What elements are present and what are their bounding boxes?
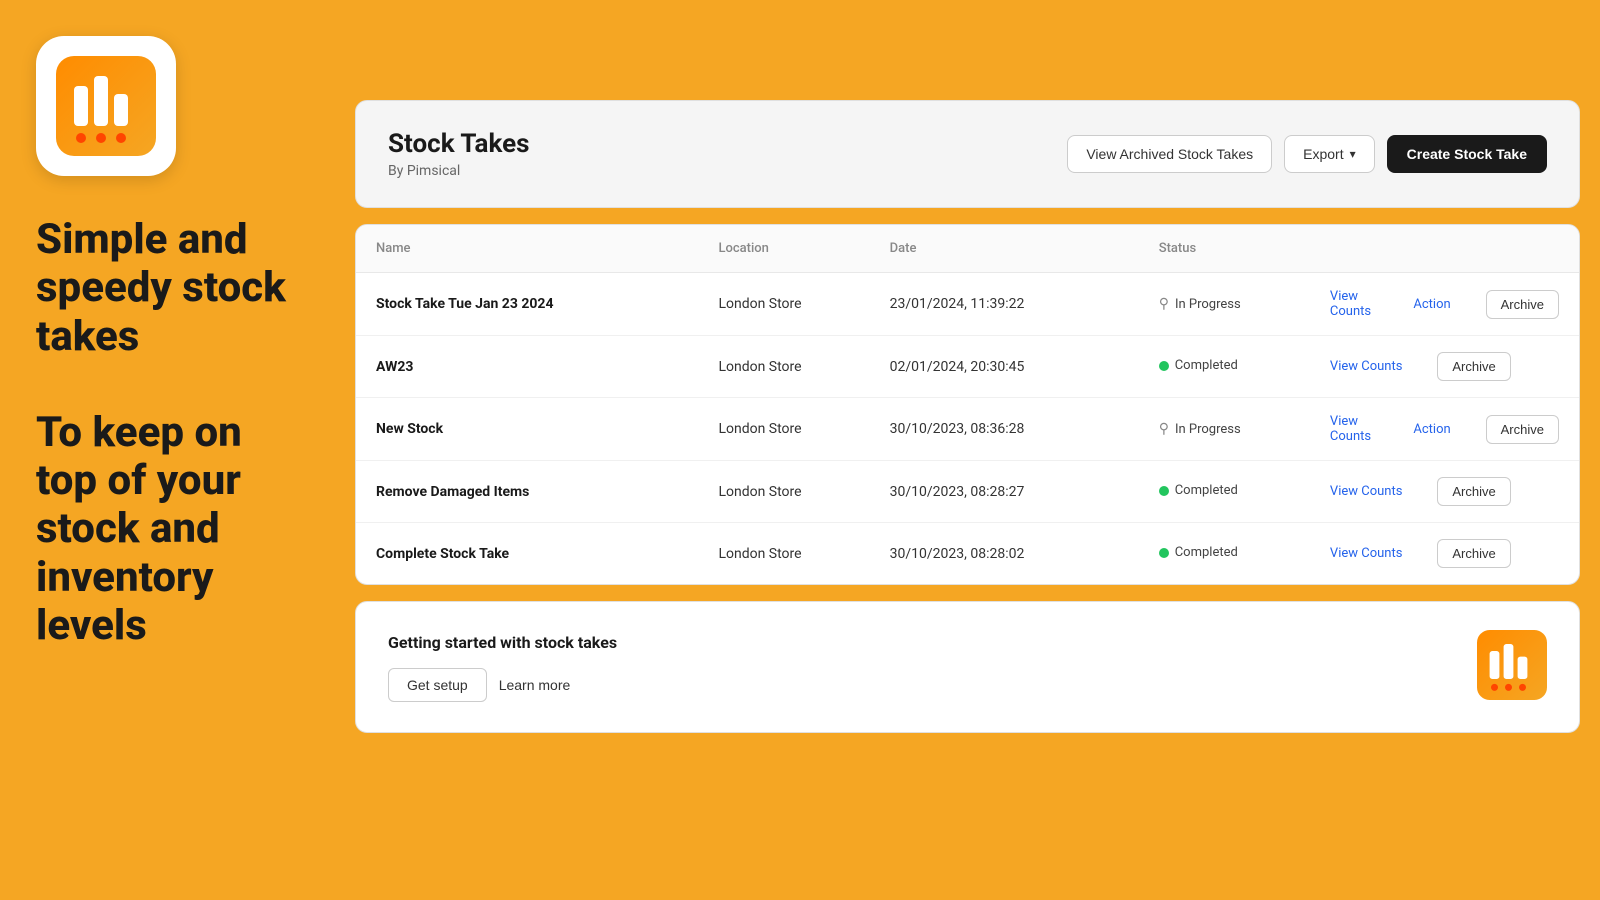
view-counts-link[interactable]: View Counts — [1330, 414, 1379, 444]
action-link[interactable]: Action — [1413, 297, 1450, 312]
status-badge: ⚲ In Progress — [1159, 421, 1241, 437]
stock-takes-table: Name Location Date Status Stock Take Tue… — [356, 225, 1579, 584]
archive-button[interactable]: Archive — [1437, 477, 1510, 506]
export-label: Export — [1303, 146, 1343, 162]
tagline-1: Simple and speedy stock takes — [36, 216, 304, 361]
row-location: London Store — [698, 273, 869, 336]
create-stock-take-button[interactable]: Create Stock Take — [1387, 135, 1547, 173]
archive-button[interactable]: Archive — [1437, 539, 1510, 568]
row-location: London Store — [698, 523, 869, 585]
header-left: Stock Takes By Pimsical — [388, 129, 530, 179]
page-title: Stock Takes — [388, 129, 530, 159]
row-date: 02/01/2024, 20:30:45 — [870, 336, 1139, 398]
row-location: London Store — [698, 336, 869, 398]
col-header-date: Date — [870, 225, 1139, 273]
view-counts-link[interactable]: View Counts — [1330, 289, 1379, 319]
completed-dot-icon — [1159, 486, 1169, 496]
completed-dot-icon — [1159, 548, 1169, 558]
tagline-2: To keep on top of your stock and invento… — [36, 409, 304, 650]
row-name: Stock Take Tue Jan 23 2024 — [376, 296, 553, 312]
view-counts-link[interactable]: View Counts — [1330, 546, 1403, 561]
left-panel: Simple and speedy stock takes To keep on… — [0, 0, 340, 900]
col-header-status: Status — [1139, 225, 1310, 273]
row-date: 30/10/2023, 08:28:02 — [870, 523, 1139, 585]
table-row: Stock Take Tue Jan 23 2024 London Store … — [356, 273, 1579, 336]
export-button[interactable]: Export ▾ — [1284, 135, 1375, 173]
getting-started-card: Getting started with stock takes Get set… — [355, 601, 1580, 733]
row-name: Remove Damaged Items — [376, 484, 529, 500]
page-subtitle: By Pimsical — [388, 163, 530, 179]
app-logo — [56, 56, 156, 156]
in-progress-icon: ⚲ — [1159, 421, 1169, 437]
row-date: 30/10/2023, 08:36:28 — [870, 398, 1139, 461]
col-header-location: Location — [698, 225, 869, 273]
logo-container — [36, 36, 176, 176]
view-archived-button[interactable]: View Archived Stock Takes — [1067, 135, 1272, 173]
table-row: New Stock London Store 30/10/2023, 08:36… — [356, 398, 1579, 461]
getting-started-title: Getting started with stock takes — [388, 633, 617, 652]
getting-started-content: Getting started with stock takes Get set… — [388, 633, 617, 702]
row-name: Complete Stock Take — [376, 546, 509, 562]
chevron-down-icon: ▾ — [1350, 147, 1356, 161]
archive-button[interactable]: Archive — [1486, 290, 1559, 319]
row-location: London Store — [698, 398, 869, 461]
row-location: London Store — [698, 461, 869, 523]
header-actions: View Archived Stock Takes Export ▾ Creat… — [1067, 135, 1547, 173]
row-actions: View Counts Archive — [1330, 352, 1559, 381]
row-date: 23/01/2024, 11:39:22 — [870, 273, 1139, 336]
row-name: New Stock — [376, 421, 443, 437]
in-progress-icon: ⚲ — [1159, 296, 1169, 312]
row-date: 30/10/2023, 08:28:27 — [870, 461, 1139, 523]
status-badge: ⚲ In Progress — [1159, 296, 1241, 312]
get-setup-button[interactable]: Get setup — [388, 668, 487, 702]
table-row: Remove Damaged Items London Store 30/10/… — [356, 461, 1579, 523]
archive-button[interactable]: Archive — [1486, 415, 1559, 444]
table-row: AW23 London Store 02/01/2024, 20:30:45 C… — [356, 336, 1579, 398]
view-counts-link[interactable]: View Counts — [1330, 484, 1403, 499]
table-header-row: Name Location Date Status — [356, 225, 1579, 273]
row-actions: View Counts Action Archive — [1330, 289, 1559, 319]
header-card: Stock Takes By Pimsical View Archived St… — [355, 100, 1580, 208]
status-badge: Completed — [1159, 483, 1238, 498]
col-header-actions — [1310, 225, 1579, 273]
status-badge: Completed — [1159, 545, 1238, 560]
learn-more-button[interactable]: Learn more — [499, 677, 571, 693]
archive-button[interactable]: Archive — [1437, 352, 1510, 381]
mini-app-logo — [1477, 630, 1547, 700]
status-badge: Completed — [1159, 358, 1238, 373]
row-actions: View Counts Action Archive — [1330, 414, 1559, 444]
main-panel: Stock Takes By Pimsical View Archived St… — [355, 100, 1580, 880]
completed-dot-icon — [1159, 361, 1169, 371]
getting-started-logo — [1477, 630, 1547, 704]
stock-takes-table-card: Name Location Date Status Stock Take Tue… — [355, 224, 1580, 585]
row-actions: View Counts Archive — [1330, 477, 1559, 506]
row-actions: View Counts Archive — [1330, 539, 1559, 568]
view-counts-link[interactable]: View Counts — [1330, 359, 1403, 374]
row-name: AW23 — [376, 359, 413, 375]
table-row: Complete Stock Take London Store 30/10/2… — [356, 523, 1579, 585]
action-link[interactable]: Action — [1413, 422, 1450, 437]
col-header-name: Name — [356, 225, 698, 273]
getting-started-actions: Get setup Learn more — [388, 668, 617, 702]
